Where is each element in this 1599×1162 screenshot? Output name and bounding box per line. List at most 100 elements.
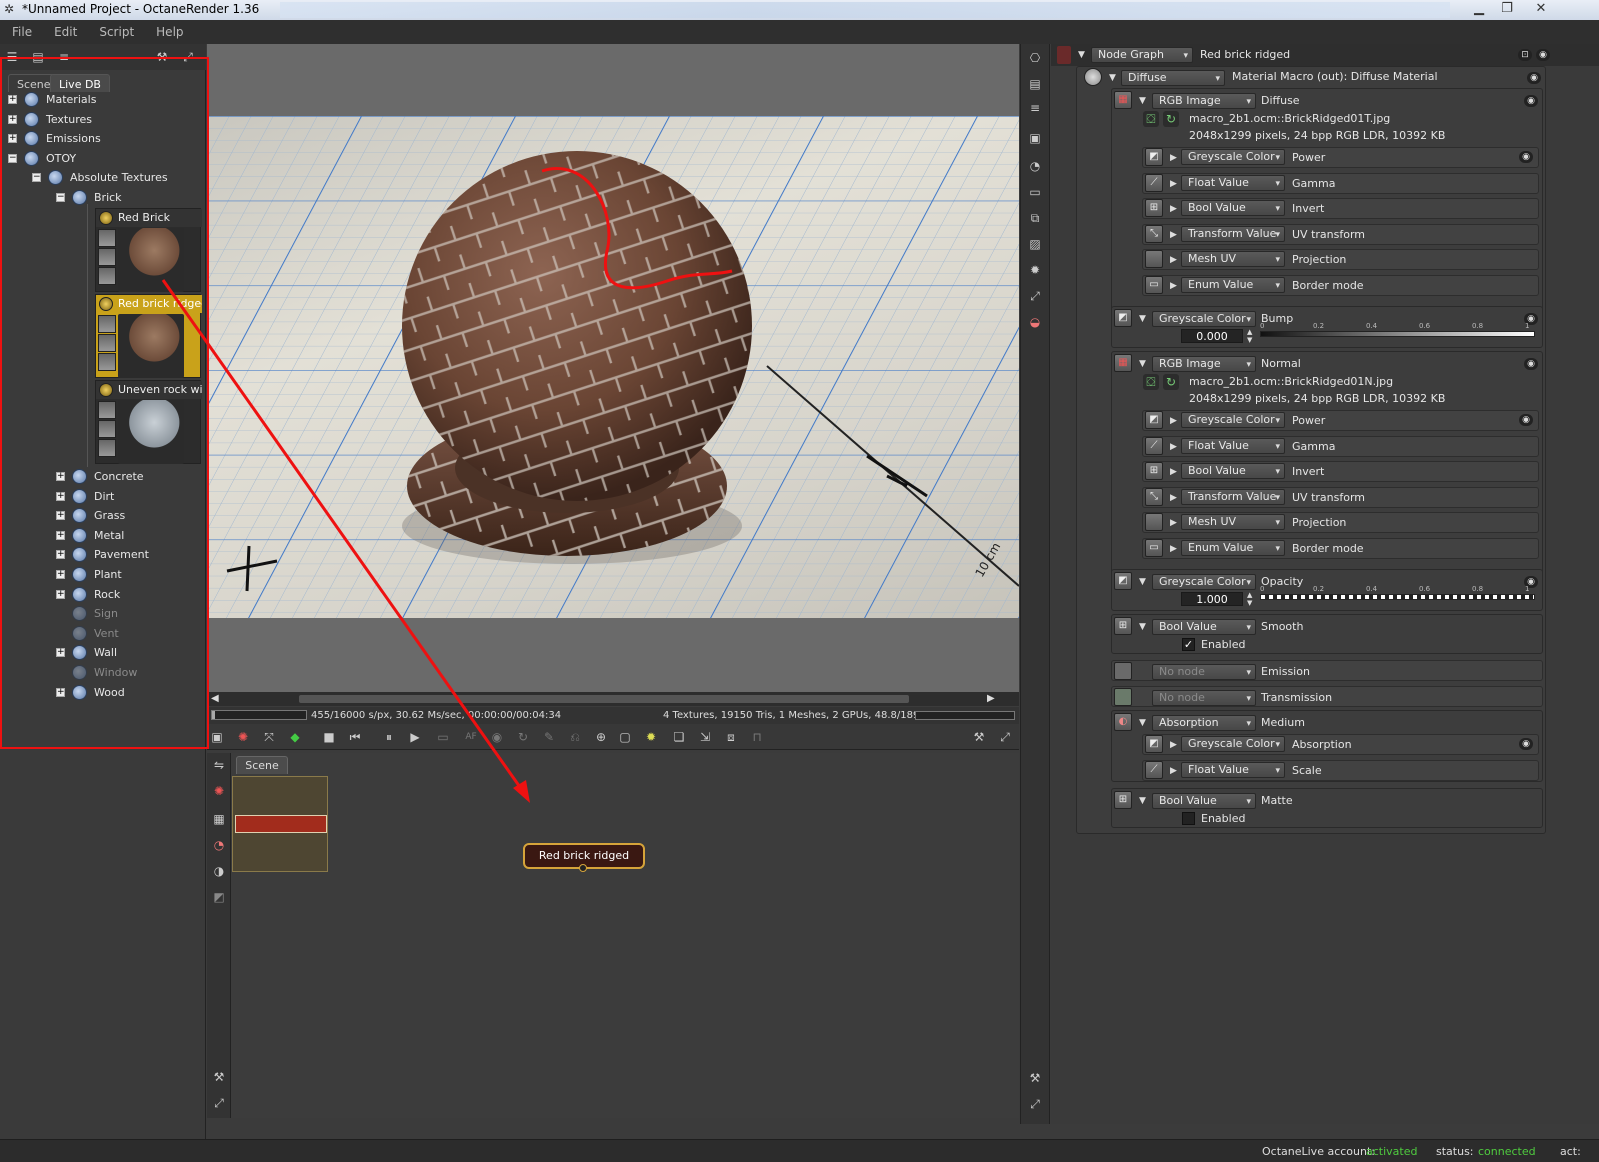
fit-icon[interactable]: ⤧: [261, 729, 277, 745]
expand-icon[interactable]: ▶: [1170, 254, 1177, 266]
visibility-icon[interactable]: ◉: [1527, 72, 1541, 84]
load-file-icon[interactable]: ⛋: [1143, 111, 1159, 127]
expand-toggle-icon[interactable]: +: [56, 511, 65, 521]
tree-item[interactable]: − OTOY: [0, 149, 206, 168]
collapse-icon[interactable]: ▼: [1139, 95, 1146, 107]
material-thumbnail[interactable]: Red Brick: [95, 208, 202, 292]
expand-icon[interactable]: ▶: [1170, 492, 1177, 504]
tree-item[interactable]: + Wood: [0, 683, 206, 702]
node-type-icon[interactable]: ⟋: [1145, 760, 1163, 779]
graph-tab-scene[interactable]: Scene: [236, 756, 288, 774]
layers-icon[interactable]: ▤: [1027, 76, 1043, 92]
outliner-save-icon[interactable]: ▤: [30, 49, 46, 65]
empty-node-icon[interactable]: [1114, 662, 1132, 680]
material-icon[interactable]: ◒: [1027, 314, 1043, 330]
node-type-icon[interactable]: ⊞: [1145, 462, 1163, 480]
value-field[interactable]: 0.000: [1181, 329, 1243, 343]
tree-item[interactable]: + Textures: [0, 110, 206, 129]
tree-item[interactable]: + Materials: [0, 90, 206, 109]
value-field[interactable]: 1.000: [1181, 592, 1243, 606]
restore-icon[interactable]: ❐: [1494, 0, 1520, 18]
sun-icon[interactable]: ✹: [643, 729, 659, 745]
viewport-icon[interactable]: ▣: [209, 729, 225, 745]
menu-script[interactable]: Script: [87, 20, 144, 39]
expand-toggle-icon[interactable]: +: [56, 550, 65, 560]
tree-item[interactable]: + Wall: [0, 643, 206, 662]
tree-item[interactable]: − Brick: [0, 188, 206, 207]
graph-nodes-icon[interactable]: ✺: [211, 783, 227, 799]
no-render-icon[interactable]: ✺: [235, 729, 251, 745]
tree-item[interactable]: + Dirt: [0, 487, 206, 506]
node-type-dropdown[interactable]: Greyscale Color: [1181, 412, 1285, 428]
viewport-scrollbar[interactable]: ◀ ▶: [207, 692, 1019, 706]
node-type-icon[interactable]: ⤡: [1145, 224, 1163, 243]
expand-icon[interactable]: ⤢: [180, 49, 196, 65]
tree-item[interactable]: − Absolute Textures: [0, 168, 206, 187]
expand-icon[interactable]: ▶: [1170, 152, 1177, 164]
expand-icon[interactable]: ▶: [1170, 203, 1177, 215]
graph-expand-icon[interactable]: ⤢: [211, 1095, 227, 1111]
node-type-dropdown[interactable]: Greyscale Color: [1181, 736, 1285, 752]
material-thumbnail[interactable]: Red brick ridged: [95, 294, 202, 378]
node-type-dropdown[interactable]: Enum Value: [1181, 539, 1285, 556]
tree-item[interactable]: + Emissions: [0, 129, 206, 148]
pause-icon[interactable]: ⏸: [381, 729, 397, 745]
texture-node-icon[interactable]: ▦: [1114, 91, 1132, 109]
expand-toggle-icon[interactable]: +: [56, 472, 65, 481]
expand-icon[interactable]: ▶: [1170, 739, 1177, 751]
collapse-icon[interactable]: ▼: [1078, 49, 1085, 61]
node-type-dropdown[interactable]: RGB Image: [1152, 93, 1256, 109]
medium-node-icon[interactable]: ◐: [1114, 713, 1132, 731]
viewport-scroll-thumb[interactable]: [299, 695, 909, 703]
picture-icon[interactable]: ▨: [1027, 236, 1043, 252]
expand-toggle-icon[interactable]: −: [56, 193, 65, 202]
tree-item[interactable]: Vent: [0, 624, 206, 643]
tree-item[interactable]: Window: [0, 663, 206, 682]
tools-wrench-icon[interactable]: ⚒: [1027, 1070, 1043, 1086]
collapse-icon[interactable]: ▼: [1139, 795, 1146, 807]
expand-icon[interactable]: ▶: [1170, 229, 1177, 241]
expand-toggle-icon[interactable]: +: [56, 589, 65, 599]
expand-toggle-icon[interactable]: +: [8, 95, 17, 104]
copy-icon[interactable]: ❏: [671, 729, 687, 745]
checkbox[interactable]: ✓: [1182, 638, 1195, 651]
spinner-icon[interactable]: ▲ ▼: [1247, 591, 1252, 607]
greyscale-node-icon[interactable]: ◩: [1114, 309, 1132, 327]
menu-file[interactable]: File: [0, 20, 42, 39]
tree-item[interactable]: + Concrete: [0, 467, 206, 486]
tree-item[interactable]: + Grass: [0, 506, 206, 525]
snapshot-icon[interactable]: ⧈: [723, 729, 739, 745]
node-type-dropdown[interactable]: No node: [1152, 690, 1256, 706]
transform-icon[interactable]: ⤢: [1027, 288, 1043, 304]
checkbox[interactable]: [1182, 812, 1195, 825]
reload-icon[interactable]: ↻: [1163, 111, 1179, 127]
node-graph-editor[interactable]: [207, 753, 1019, 1118]
node-type-dropdown[interactable]: Absorption: [1152, 715, 1256, 731]
bool-node-icon[interactable]: ⊞: [1114, 617, 1132, 635]
graph-film-icon[interactable]: ▦: [211, 811, 227, 827]
greyscale-node-icon[interactable]: ◩: [1114, 572, 1132, 590]
node-type-dropdown[interactable]: Float Value: [1181, 437, 1285, 454]
graph-layout-icon[interactable]: ⇋: [211, 757, 227, 773]
node-type-icon[interactable]: ⤡: [1145, 487, 1163, 506]
expand-toggle-icon[interactable]: +: [56, 648, 65, 658]
tree-item[interactable]: + Pavement: [0, 545, 206, 564]
node-type-dropdown[interactable]: Bool Value: [1181, 200, 1285, 216]
expand-icon[interactable]: ▶: [1170, 178, 1177, 190]
expand-toggle-icon[interactable]: +: [56, 530, 65, 540]
play-icon[interactable]: ▶: [407, 729, 423, 745]
tree-item[interactable]: + Rock: [0, 585, 206, 604]
zoom-icon[interactable]: ⊕: [593, 729, 609, 745]
node-type-dropdown[interactable]: Transform Value: [1181, 488, 1285, 505]
inspector-mode-dropdown[interactable]: Node Graph: [1091, 47, 1193, 63]
collapse-icon[interactable]: ▼: [1139, 358, 1146, 370]
visibility-icon[interactable]: ◉: [1519, 738, 1533, 750]
collapse-icon[interactable]: ▼: [1139, 313, 1146, 325]
collapse-icon[interactable]: ▼: [1139, 621, 1146, 633]
expand-icon[interactable]: ▶: [1170, 466, 1177, 478]
node-type-icon[interactable]: [1145, 513, 1163, 531]
outliner-list-icon[interactable]: ☰: [4, 49, 20, 65]
graph-node-output-pin[interactable]: [579, 864, 587, 872]
graph-wrench-icon[interactable]: ⚒: [211, 1069, 227, 1085]
graph-camera-icon[interactable]: ◔: [211, 837, 227, 853]
